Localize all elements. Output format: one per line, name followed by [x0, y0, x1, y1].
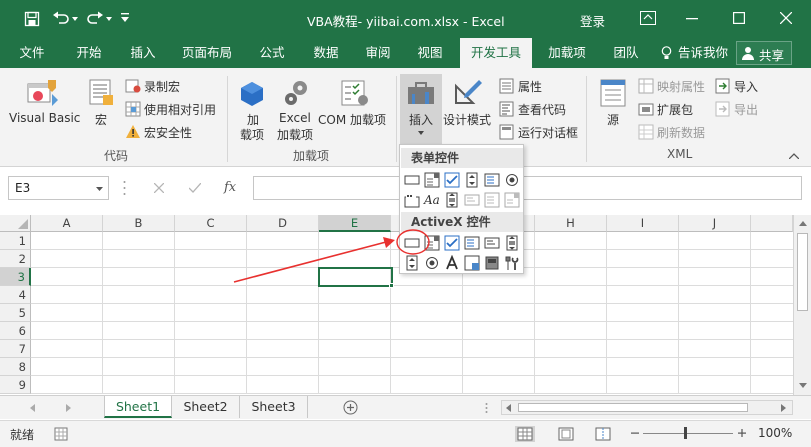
annotation-arrow-line [233, 241, 387, 283]
annotation-highlight-circle [396, 229, 430, 255]
annotation-overlay [233, 229, 430, 283]
annotation-arrow-head [383, 237, 395, 248]
